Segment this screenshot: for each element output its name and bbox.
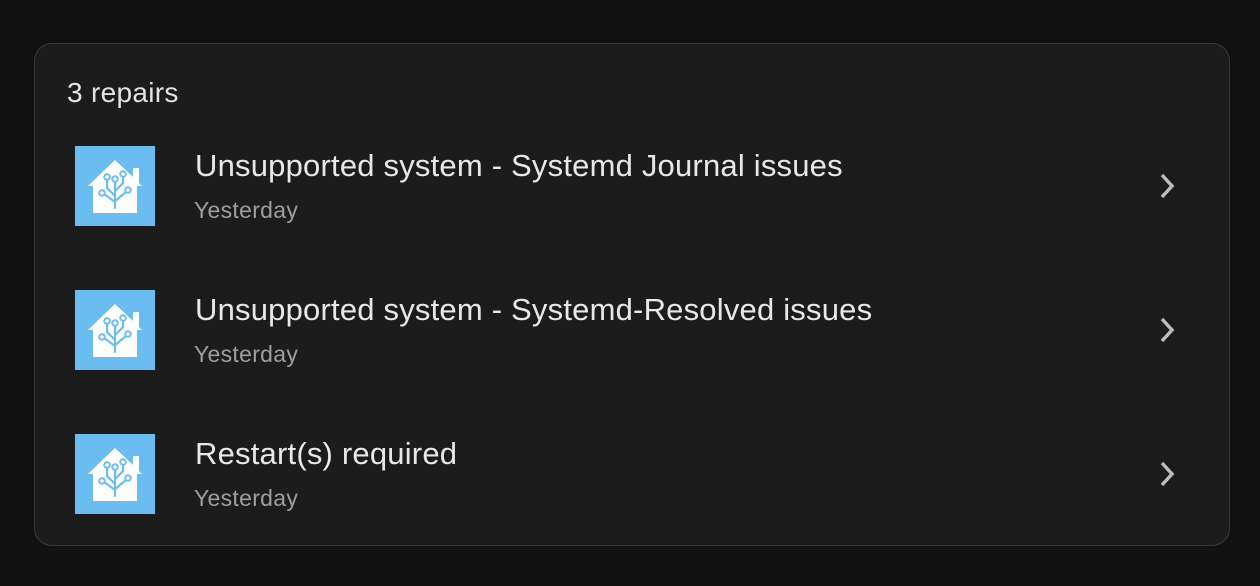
chevron-right-icon: [1153, 314, 1181, 346]
repair-timestamp: Yesterday: [194, 197, 299, 223]
repair-item-restart-required[interactable]: Restart(s) required Yesterday: [35, 422, 1229, 566]
repairs-card: 3 repairs Unsupported system - Systemd J…: [34, 43, 1230, 546]
home-assistant-icon: [75, 146, 155, 226]
repair-title: Unsupported system - Systemd Journal iss…: [195, 148, 843, 183]
repair-timestamp: Yesterday: [194, 341, 299, 367]
repair-title: Unsupported system - Systemd-Resolved is…: [195, 292, 873, 327]
chevron-right-icon: [1153, 458, 1181, 490]
home-assistant-icon: [75, 434, 155, 514]
repair-item-systemd-journal[interactable]: Unsupported system - Systemd Journal iss…: [35, 134, 1229, 278]
chevron-right-icon: [1153, 170, 1181, 202]
repairs-list: Unsupported system - Systemd Journal iss…: [35, 134, 1229, 566]
repair-title: Restart(s) required: [195, 436, 458, 471]
home-assistant-icon: [75, 290, 155, 370]
repair-timestamp: Yesterday: [194, 485, 299, 511]
repairs-count-heading: 3 repairs: [67, 77, 179, 108]
repair-item-systemd-resolved[interactable]: Unsupported system - Systemd-Resolved is…: [35, 278, 1229, 422]
